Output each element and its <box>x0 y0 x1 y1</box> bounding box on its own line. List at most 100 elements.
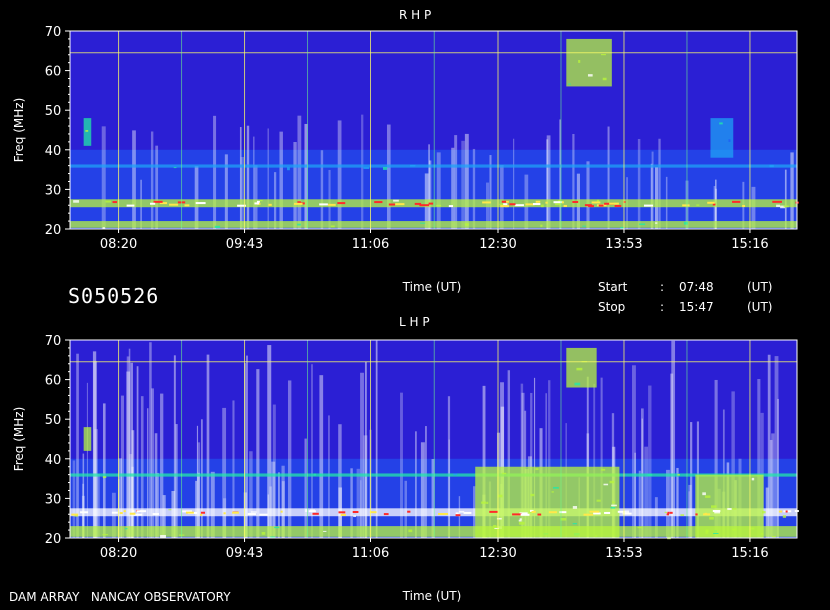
spectrogram-streak <box>420 442 425 538</box>
spectrogram-burst <box>566 347 597 388</box>
spectrogram-streak <box>690 422 693 538</box>
spectrogram-streak <box>213 115 217 229</box>
spectrogram-speckle <box>214 225 221 229</box>
spectrogram-band <box>70 221 797 228</box>
spectrogram-band <box>70 508 797 517</box>
spectrogram-speckle <box>323 530 327 532</box>
y-tick-label: 50 <box>45 104 62 119</box>
band-hotspot <box>561 201 564 204</box>
spectrogram-band <box>70 473 797 477</box>
spectrogram-streak <box>102 403 106 538</box>
band-hotspot <box>111 511 118 514</box>
band-hotspot <box>463 511 472 514</box>
band-hotspot <box>150 202 156 205</box>
band-hotspot <box>489 510 498 513</box>
band-hotspot <box>199 513 203 516</box>
spectrogram-speckle <box>713 532 719 535</box>
band-hotspot <box>609 202 619 205</box>
spectrogram-speckle <box>578 59 581 63</box>
band-hotspot <box>589 510 600 513</box>
spectrogram-speckle <box>553 486 559 489</box>
band-hotspot <box>112 201 118 204</box>
spectrogram-streak <box>267 128 269 229</box>
band-hotspot <box>572 200 579 203</box>
lhp-spectrogram: 20 30 40 50 60 70 08:20 09:43 11:06 12:30 13:53 15:… <box>12 334 799 603</box>
spectrogram-streak <box>279 131 283 229</box>
spectrogram-speckle <box>518 519 522 522</box>
spectrogram-speckle <box>259 200 263 202</box>
band-hotspot <box>129 512 136 515</box>
y-tick-label: 50 <box>45 413 62 428</box>
band-hotspot <box>531 510 536 513</box>
spectrogram-speckle <box>677 474 680 476</box>
spectrogram-streak <box>644 446 649 538</box>
band-hotspot <box>247 513 256 516</box>
band-hotspot <box>695 513 698 516</box>
band-hotspot <box>591 201 601 204</box>
spectrogram-streak <box>254 165 258 229</box>
x-tick-label: 08:20 <box>100 237 137 252</box>
band-hotspot <box>520 513 530 516</box>
spectrogram-speckle <box>319 473 322 477</box>
spectrogram-speckle <box>710 505 717 508</box>
spectrogram-speckle <box>383 167 388 170</box>
spectrogram-streak <box>415 431 417 538</box>
band-hotspot <box>123 510 126 513</box>
spectrogram-streak <box>436 152 441 229</box>
spectrogram-burst <box>83 427 92 451</box>
band-hotspot <box>588 205 594 208</box>
spectrogram-speckle <box>696 204 700 206</box>
band-hotspot <box>438 512 449 515</box>
spectrogram-speckle <box>596 499 601 502</box>
band-hotspot <box>593 512 601 515</box>
x-tick-label: 13:53 <box>605 237 642 252</box>
spectrogram-speckle <box>610 506 616 509</box>
y-tick-label: 40 <box>45 144 62 159</box>
x-tick-label: 11:06 <box>352 237 389 252</box>
x-axis-label: Time (UT) <box>402 280 462 294</box>
spectrogram-streak <box>222 407 227 538</box>
spectrogram-speckle <box>769 164 774 168</box>
spectrogram-speckle <box>518 521 525 525</box>
spectrogram-speckle <box>719 122 723 125</box>
band-hotspot <box>512 513 522 516</box>
spectrogram-speckle <box>664 511 668 514</box>
spectrogram-speckle <box>771 536 776 538</box>
spectrogram-speckle <box>732 508 737 510</box>
band-hotspot <box>280 510 283 513</box>
spectrogram-band <box>70 164 797 168</box>
spectrogram-speckle <box>330 225 335 228</box>
spectrogram-speckle <box>551 491 554 493</box>
band-hotspot <box>563 204 567 207</box>
spectrogram-speckle <box>680 514 685 516</box>
x-tick-label: 13:53 <box>605 546 642 561</box>
x-tick-label: 08:20 <box>100 546 137 561</box>
band-hotspot <box>153 200 163 203</box>
spectrogram-streak <box>634 452 637 538</box>
spectrogram-streak <box>232 400 235 538</box>
spectrogram-speckle <box>105 200 111 203</box>
spectrogram-speckle <box>639 223 646 226</box>
spectrogram-speckle <box>647 473 653 476</box>
band-hotspot <box>294 202 303 205</box>
y-tick-label: 20 <box>45 532 62 547</box>
spectrogram-streak <box>546 135 551 229</box>
y-tick-label: 70 <box>45 25 62 40</box>
band-hotspot <box>535 200 541 203</box>
x-tick-label: 09:43 <box>226 237 263 252</box>
y-tick-label: 60 <box>45 65 62 80</box>
spectrogram-speckle <box>602 77 607 81</box>
spectrogram-streak <box>197 442 201 538</box>
band-hotspot <box>185 511 194 514</box>
band-hotspot <box>232 511 239 514</box>
spectrogram-speckle <box>782 515 787 518</box>
spectrogram-streak <box>132 130 136 229</box>
band-hotspot <box>707 201 715 204</box>
spectrogram-speckle <box>363 167 370 170</box>
band-hotspot <box>712 510 721 513</box>
rhp-spectrogram: 20 30 40 50 60 70 08:20 09:43 11:06 12:30 13:53 15:… <box>12 25 799 294</box>
band-hotspot <box>383 513 389 516</box>
spectrogram-speckle <box>459 510 465 513</box>
band-hotspot <box>119 512 123 515</box>
spectrogram-activity <box>475 466 620 538</box>
